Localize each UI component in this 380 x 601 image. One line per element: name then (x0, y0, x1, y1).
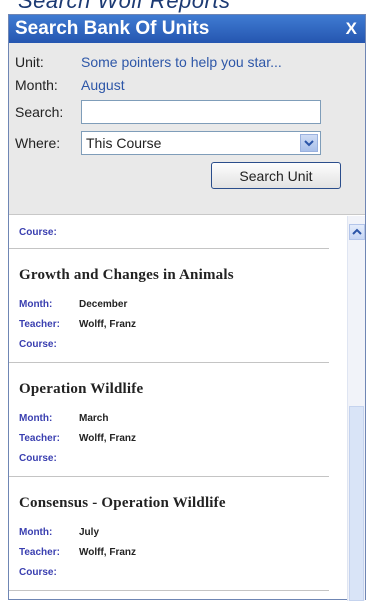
close-button[interactable]: X (344, 19, 359, 39)
list-item[interactable]: Operation Wildlife Month: March Teacher:… (9, 363, 329, 477)
where-select-value: This Course (86, 134, 162, 151)
teacher-label: Teacher: (19, 546, 60, 558)
background-heading-fragment: Search Wolf Reports (0, 0, 380, 14)
search-row: Search: (15, 96, 359, 127)
teacher-value: Wolff, Franz (79, 318, 137, 330)
month-label: Month: (15, 76, 58, 93)
unit-name[interactable]: Growth and Changes in Animals (19, 249, 329, 284)
chevron-up-icon[interactable] (348, 224, 365, 240)
month-row: Month: July (19, 522, 329, 542)
month-row: Month: December (19, 294, 329, 314)
course-row: Course: (19, 334, 329, 354)
course-label: Course: (19, 452, 57, 464)
teacher-row: Teacher: Wolff, Franz (19, 314, 329, 334)
search-unit-button[interactable]: Search Unit (211, 162, 341, 189)
list-item[interactable]: Consensus - Operation Wildlife Month: Ju… (9, 477, 329, 591)
where-row: Where: This Course (15, 127, 359, 158)
panel-titlebar: Search Bank Of Units X (9, 15, 365, 43)
teacher-row: Teacher: Wolff, Franz (19, 428, 329, 448)
where-select[interactable]: This Course (81, 130, 321, 155)
course-row: Course: (19, 562, 329, 582)
search-bank-panel: Search Bank Of Units X Unit: Some pointe… (8, 14, 366, 601)
course-label: Course: (19, 566, 57, 578)
month-value: March (79, 412, 109, 424)
search-input[interactable] (81, 99, 321, 124)
teacher-label: Teacher: (19, 432, 60, 444)
teacher-value: Wolff, Franz (79, 546, 137, 558)
teacher-row: Teacher: Wolff, Franz (19, 542, 329, 562)
month-label: Month: (19, 298, 53, 310)
list-item[interactable]: Growth and Changes in Animals Month: Dec… (9, 249, 329, 363)
chevron-down-icon[interactable] (300, 133, 318, 152)
month-row: Month: August (15, 73, 359, 96)
teacher-value: Wolff, Franz (79, 432, 137, 444)
background-heading-text: Search Wolf Reports (18, 0, 231, 13)
search-form: Unit: Some pointers to help you star... … (9, 43, 365, 215)
month-value: July (79, 526, 100, 538)
month-label: Month: (19, 526, 53, 538)
panel-title: Search Bank Of Units (15, 18, 210, 39)
unit-name[interactable]: Operation Wildlife (19, 363, 329, 398)
month-row: Month: March (19, 408, 329, 428)
unit-row: Unit: Some pointers to help you star... (15, 50, 359, 73)
list-item[interactable]: Course: (9, 216, 329, 249)
course-row: Course: (19, 222, 329, 242)
results-scrollbar[interactable] (347, 216, 365, 601)
teacher-label: Teacher: (19, 318, 60, 330)
button-row: Search Unit (15, 162, 359, 189)
where-label: Where: (15, 134, 61, 151)
course-row: Course: (19, 448, 329, 468)
month-value: December (79, 298, 128, 310)
unit-value: Some pointers to help you star... (81, 53, 282, 70)
course-label: Course: (19, 338, 57, 350)
month-value: August (81, 76, 125, 93)
results-list: Course: Growth and Changes in Animals Mo… (9, 216, 349, 601)
unit-name[interactable]: Consensus - Operation Wildlife (19, 477, 329, 512)
scrollbar-thumb[interactable] (349, 406, 364, 601)
search-label: Search: (15, 103, 64, 120)
course-label: Course: (19, 226, 57, 238)
unit-label: Unit: (15, 53, 44, 70)
month-label: Month: (19, 412, 53, 424)
